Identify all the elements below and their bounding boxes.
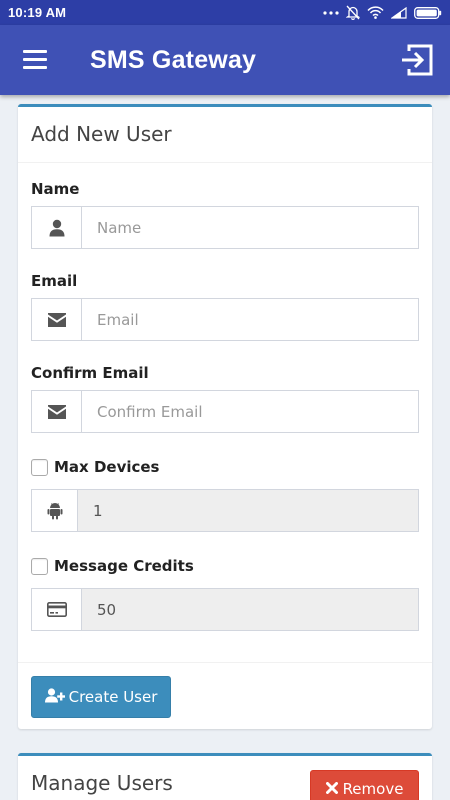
confirm-email-input-group xyxy=(31,390,419,433)
bell-off-icon xyxy=(346,5,360,20)
message-credits-input[interactable] xyxy=(82,589,418,630)
envelope-icon xyxy=(32,391,82,432)
signal-icon xyxy=(391,6,407,19)
remove-button[interactable]: Remove xyxy=(310,770,419,800)
status-icons xyxy=(323,4,442,21)
remove-label: Remove xyxy=(342,780,404,798)
status-bar: 10:19 AM xyxy=(0,0,450,25)
add-user-panel: Add New User Name Email Confirm Email Ma… xyxy=(18,104,432,729)
message-credits-input-group xyxy=(31,588,419,631)
email-input[interactable] xyxy=(82,299,418,340)
wifi-icon xyxy=(367,6,384,19)
logout-icon[interactable] xyxy=(398,42,436,78)
name-input[interactable] xyxy=(82,207,418,248)
android-icon xyxy=(32,490,78,531)
max-devices-input-group xyxy=(31,489,419,532)
message-credits-row: Message Credits xyxy=(31,557,194,575)
max-devices-label: Max Devices xyxy=(54,458,160,476)
user-icon xyxy=(32,207,82,248)
app-bar: SMS Gateway xyxy=(0,25,450,95)
max-devices-row: Max Devices xyxy=(31,458,159,476)
confirm-email-input[interactable] xyxy=(82,391,418,432)
close-icon xyxy=(325,780,338,798)
name-label: Name xyxy=(31,180,80,198)
app-title: SMS Gateway xyxy=(90,46,257,74)
manage-users-panel: Manage Users Remove xyxy=(18,753,432,800)
battery-icon xyxy=(414,6,442,19)
message-credits-label: Message Credits xyxy=(54,557,194,575)
hamburger-menu-icon[interactable] xyxy=(18,47,52,73)
email-input-group xyxy=(31,298,419,341)
status-time: 10:19 AM xyxy=(8,5,67,20)
credit-card-icon xyxy=(32,589,82,630)
name-input-group xyxy=(31,206,419,249)
envelope-icon xyxy=(32,299,82,340)
create-user-button[interactable]: Create User xyxy=(31,676,171,718)
max-devices-checkbox[interactable] xyxy=(31,458,48,476)
add-user-title: Add New User xyxy=(18,107,432,163)
more-dots-icon xyxy=(323,10,339,16)
email-label: Email xyxy=(31,272,78,290)
confirm-email-label: Confirm Email xyxy=(31,364,149,382)
max-devices-input[interactable] xyxy=(78,490,418,531)
user-plus-icon xyxy=(44,687,65,707)
message-credits-checkbox[interactable] xyxy=(31,557,48,575)
create-user-label: Create User xyxy=(68,688,158,706)
footer-divider xyxy=(18,662,432,663)
